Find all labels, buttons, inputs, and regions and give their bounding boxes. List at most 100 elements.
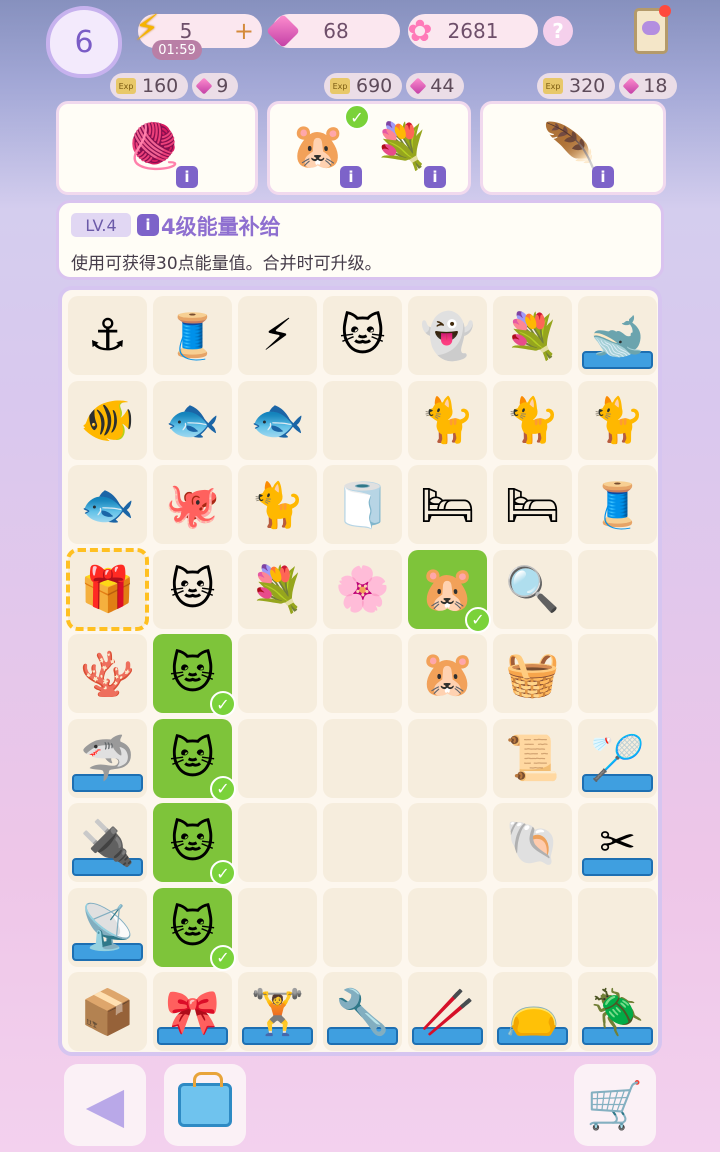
- board-cell-shell-feather[interactable]: 🐚: [493, 803, 572, 882]
- board-cell-pink-spool[interactable]: 🧵: [578, 465, 657, 544]
- empty-board-cell[interactable]: [408, 718, 487, 798]
- board-cell-racket-tray[interactable]: 🏸: [578, 718, 657, 798]
- empty-board-cell[interactable]: [238, 634, 317, 713]
- board-cell-purple-bouquet[interactable]: 💐: [238, 549, 317, 629]
- gem-icon: [195, 77, 213, 95]
- empty-board-cell[interactable]: [578, 887, 657, 967]
- board-cell-energy-bolts[interactable]: ⚡: [238, 296, 317, 375]
- item-level-tag: LV.4: [71, 213, 131, 237]
- board-cell-calico-cat-ghost[interactable]: 🐈: [578, 380, 657, 460]
- info-icon[interactable]: i: [424, 166, 446, 188]
- board-cell-whale-tray[interactable]: 🐋: [578, 296, 657, 375]
- gem-counter[interactable]: 68: [272, 14, 400, 48]
- board-cell-pink-blanket[interactable]: 🐹: [408, 634, 487, 713]
- board-cell-blue-cat-bed-2[interactable]: 🛏: [493, 465, 572, 544]
- board-cell-coral[interactable]: 🪸: [68, 634, 147, 713]
- order-card[interactable]: 🧶 i: [56, 101, 258, 195]
- board-cell-brown-cat-bow[interactable]: 🐈: [408, 380, 487, 460]
- board-cell-ghost[interactable]: 👻: [408, 296, 487, 375]
- board-cell-basket[interactable]: 🧺: [493, 634, 572, 713]
- board-cell-blue-cat-bed[interactable]: 🛏: [408, 465, 487, 544]
- board-cell-paper-roll[interactable]: 📜: [493, 718, 572, 798]
- empty-board-cell[interactable]: [578, 634, 657, 713]
- board-cell-goldfish-white[interactable]: 🐠: [68, 380, 147, 460]
- board-cell-white-cat[interactable]: 🐈: [493, 380, 572, 460]
- board-cell-purple-blob[interactable]: 🐙: [153, 465, 232, 544]
- board-cell-towel-rolls[interactable]: 🧻: [323, 465, 402, 544]
- board-cell-hamster-bottle[interactable]: 🐹 ✓: [408, 549, 491, 633]
- magnifier-icon: 🔍: [505, 564, 560, 615]
- info-icon[interactable]: i: [137, 214, 159, 236]
- empty-board-cell[interactable]: [323, 887, 402, 967]
- board-cell-calico-cat-box[interactable]: 🐈: [238, 465, 317, 544]
- board-cell-siamese-cat[interactable]: 🐱: [323, 296, 402, 375]
- board-cell-shark-fin-tray[interactable]: 🦈: [68, 718, 147, 798]
- info-icon[interactable]: i: [340, 166, 362, 188]
- empty-board-cell[interactable]: [238, 887, 317, 967]
- board-cell-cream-cat[interactable]: 🐱 ✓: [153, 887, 236, 971]
- basket-icon: 🧺: [505, 648, 560, 700]
- board-cell-water-box[interactable]: 📦: [68, 972, 147, 1051]
- board-cell-dish-tray[interactable]: 📡: [68, 887, 147, 967]
- purple-blob-icon: 🐙: [165, 479, 220, 531]
- player-level-badge[interactable]: 6: [46, 6, 122, 78]
- board-cell-siamese-cat[interactable]: 🐱: [153, 549, 232, 629]
- toolbox-icon: [178, 1072, 232, 1127]
- add-energy-button[interactable]: +: [234, 17, 254, 45]
- board-cell-flower-vase[interactable]: 💐: [493, 296, 572, 375]
- board-cell-thread-spool[interactable]: 🧵: [153, 296, 232, 375]
- board-cell-goldfish-small[interactable]: 🐟: [238, 380, 317, 460]
- gem-icon: [409, 77, 427, 95]
- board-cell-magnifier[interactable]: 🔍: [493, 549, 572, 629]
- gem-reward-value: 9: [216, 75, 229, 97]
- board-cell-goldfish[interactable]: 🐟: [153, 380, 232, 460]
- empty-board-cell[interactable]: [323, 718, 402, 798]
- order-card[interactable]: 🪶 i: [480, 101, 666, 195]
- empty-board-cell[interactable]: [493, 887, 572, 967]
- info-icon[interactable]: i: [176, 166, 198, 188]
- board-cell-pouch-tray[interactable]: 👝: [493, 972, 572, 1051]
- board-cell-energy-gift[interactable]: 🎁: [66, 547, 149, 631]
- empty-board-cell[interactable]: [323, 634, 402, 713]
- empty-board-cell[interactable]: [238, 803, 317, 882]
- board-cell-anchor[interactable]: ⚓: [68, 296, 147, 375]
- album-card-icon[interactable]: [634, 5, 671, 54]
- order-card[interactable]: 🐹 i ✓ 💐 i: [267, 101, 471, 195]
- board-cell-scissors-tray[interactable]: ✂: [578, 803, 657, 882]
- board-cell-tongs-tray[interactable]: 🥢: [408, 972, 487, 1051]
- info-icon[interactable]: i: [592, 166, 614, 188]
- empty-board-cell[interactable]: [323, 803, 402, 882]
- rainbow-currency-counter[interactable]: ✿ 2681: [407, 14, 538, 49]
- board-cell-silver-fish[interactable]: 🐟: [68, 465, 147, 544]
- board-cell-cream-cat[interactable]: 🐱 ✓: [153, 718, 236, 802]
- board-cell-dumbbell-tray[interactable]: 🏋: [238, 972, 317, 1051]
- purple-bouquet-icon: 💐: [250, 564, 305, 615]
- water-box-icon: 📦: [80, 986, 135, 1038]
- empty-board-cell[interactable]: [408, 887, 487, 967]
- scissors-tray-icon: ✂: [599, 817, 636, 868]
- board-cell-beetle-tray[interactable]: 🪲: [578, 972, 657, 1051]
- thread-spool-icon: 🧵: [165, 310, 220, 362]
- shop-button[interactable]: 🛒: [574, 1064, 656, 1146]
- board-cell-cream-cat[interactable]: 🐱 ✓: [153, 634, 236, 717]
- board-cell-bow-tray[interactable]: 🎀: [153, 972, 232, 1051]
- empty-board-cell[interactable]: [323, 380, 402, 460]
- gem-icon: [266, 14, 300, 48]
- board-cell-purple-flower[interactable]: 🌸: [323, 549, 402, 629]
- empty-board-cell[interactable]: [408, 803, 487, 882]
- goldfish-white-icon: 🐠: [80, 395, 135, 446]
- board-cell-cream-cat[interactable]: 🐱 ✓: [153, 803, 236, 886]
- gem-reward: 18: [619, 73, 678, 99]
- player-level: 6: [74, 24, 94, 60]
- board-cell-circuit-tray[interactable]: 🔌: [68, 803, 147, 882]
- exp-icon: Exp: [543, 78, 563, 94]
- tongs-tray-icon: 🥢: [420, 986, 475, 1038]
- back-button[interactable]: ◀: [64, 1064, 146, 1146]
- help-button[interactable]: ?: [543, 16, 573, 46]
- silver-fish-icon: 🐟: [80, 479, 135, 531]
- dish-tray-icon: 📡: [80, 902, 135, 953]
- storage-box-button[interactable]: [164, 1064, 246, 1146]
- board-cell-pliers-tray[interactable]: 🔧: [323, 972, 402, 1051]
- empty-board-cell[interactable]: [238, 718, 317, 798]
- empty-board-cell[interactable]: [578, 549, 657, 629]
